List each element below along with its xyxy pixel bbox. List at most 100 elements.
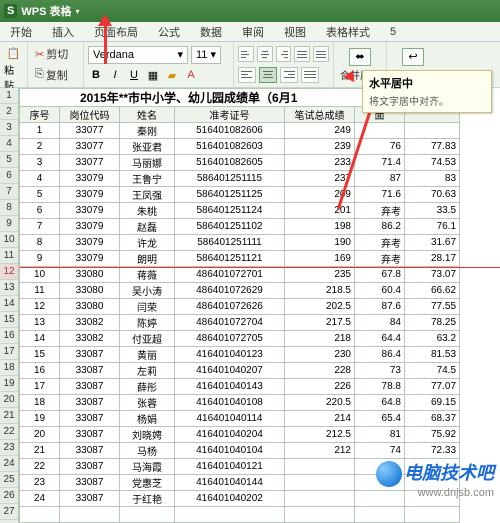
cell[interactable]: 33087 [60,347,120,363]
menu-page-layout[interactable]: 页面布局 [84,24,148,40]
cell[interactable]: 77.07 [405,379,460,395]
cell[interactable]: 226 [285,379,355,395]
cell[interactable]: 18 [20,395,60,411]
cell[interactable]: 83 [405,171,460,187]
menu-start[interactable]: 开始 [0,24,42,40]
cell[interactable]: 11 [20,283,60,299]
cell[interactable]: 弃考 [355,203,405,219]
cell[interactable]: 16 [20,363,60,379]
cell[interactable]: 15 [20,347,60,363]
cell[interactable]: 64.4 [355,331,405,347]
cell[interactable]: 33080 [60,299,120,315]
cell[interactable]: 516401082605 [175,155,285,171]
cut-button[interactable]: ✂ 剪切 [32,45,79,63]
indent-decrease[interactable] [294,46,310,62]
cell[interactable]: 21 [20,443,60,459]
cell[interactable]: 228 [285,363,355,379]
align-top-left[interactable] [238,46,254,62]
cell[interactable]: 14 [20,331,60,347]
cell[interactable]: 黄丽 [120,347,175,363]
cell[interactable]: 33087 [60,459,120,475]
cell[interactable]: 78.8 [355,379,405,395]
cell[interactable]: 33082 [60,331,120,347]
cell[interactable]: 78.25 [405,315,460,331]
menu-insert[interactable]: 插入 [42,24,84,40]
copy-button[interactable]: ⎘ 复制 [32,66,79,84]
cell[interactable]: 33079 [60,251,120,267]
cell[interactable]: 王凤强 [120,187,175,203]
cell[interactable]: 闫荣 [120,299,175,315]
data-grid[interactable]: 2015年**市中小学、幼儿园成绩单（6月1序号岗位代码姓名准考证号笔试总成绩面… [19,88,500,523]
cell[interactable]: 169 [285,251,355,267]
cell[interactable]: 416401040108 [175,395,285,411]
cell[interactable]: 8 [20,235,60,251]
cell[interactable]: 王鲁宁 [120,171,175,187]
cell[interactable]: 33079 [60,171,120,187]
cell[interactable]: 28.17 [405,251,460,267]
menu-view[interactable]: 视图 [274,24,316,40]
cell[interactable]: 87.6 [355,299,405,315]
cell[interactable]: 33080 [60,283,120,299]
cell[interactable]: 刘晓娉 [120,427,175,443]
align-center[interactable] [259,67,277,83]
cell[interactable]: 33077 [60,155,120,171]
cell[interactable]: 12 [20,299,60,315]
cell[interactable]: 20 [20,427,60,443]
cell[interactable]: 弃考 [355,251,405,267]
fill-color-button[interactable]: ▰ [164,67,180,83]
border-button[interactable]: ▦ [145,67,161,83]
cell[interactable]: 71.6 [355,187,405,203]
cell[interactable]: 416401040207 [175,363,285,379]
cell[interactable]: 赵磊 [120,219,175,235]
cell[interactable]: 63.2 [405,331,460,347]
cell[interactable]: 516401082606 [175,123,285,139]
cell[interactable]: 31.67 [405,235,460,251]
cell[interactable]: 杨娟 [120,411,175,427]
cell[interactable]: 33087 [60,395,120,411]
cell[interactable]: 19 [20,411,60,427]
cell[interactable] [285,491,355,507]
cell[interactable]: 486401072701 [175,267,285,283]
cell[interactable]: 33087 [60,379,120,395]
cell[interactable]: 233 [285,155,355,171]
align-top-right[interactable] [276,46,292,62]
cell[interactable]: 416401040121 [175,459,285,475]
cell[interactable]: 33.5 [405,203,460,219]
cell[interactable]: 239 [285,139,355,155]
cell[interactable]: 586401251121 [175,251,285,267]
cell[interactable]: 弃考 [355,235,405,251]
cell[interactable]: 33079 [60,235,120,251]
cell[interactable]: 68.37 [405,411,460,427]
cell[interactable]: 马丽娜 [120,155,175,171]
cell[interactable]: 于红艳 [120,491,175,507]
cell[interactable] [405,123,460,139]
cell[interactable]: 72.33 [405,443,460,459]
cell[interactable]: 33079 [60,203,120,219]
cell[interactable]: 212.5 [285,427,355,443]
cell[interactable]: 64.8 [355,395,405,411]
cell[interactable]: 486401072629 [175,283,285,299]
cell[interactable]: 33087 [60,443,120,459]
cell[interactable]: 33087 [60,411,120,427]
cell[interactable]: 74.53 [405,155,460,171]
cell[interactable]: 秦刚 [120,123,175,139]
paste-button[interactable]: 📋 [3,44,25,62]
cell[interactable]: 10 [20,267,60,283]
cell[interactable]: 586401251102 [175,219,285,235]
cell[interactable]: 81.53 [405,347,460,363]
cell[interactable]: 马海霞 [120,459,175,475]
cell[interactable]: 67.8 [355,267,405,283]
cell[interactable]: 76.1 [405,219,460,235]
cell[interactable]: 陈婷 [120,315,175,331]
cell[interactable]: 214 [285,411,355,427]
cell[interactable]: 235 [285,267,355,283]
cell[interactable]: 86.4 [355,347,405,363]
cell[interactable]: 218 [285,331,355,347]
cell[interactable]: 马杨 [120,443,175,459]
cell[interactable]: 33087 [60,475,120,491]
cell[interactable]: 薛彤 [120,379,175,395]
cell[interactable]: 左莉 [120,363,175,379]
cell[interactable]: 3 [20,155,60,171]
cell[interactable]: 7 [20,219,60,235]
cell[interactable]: 22 [20,459,60,475]
